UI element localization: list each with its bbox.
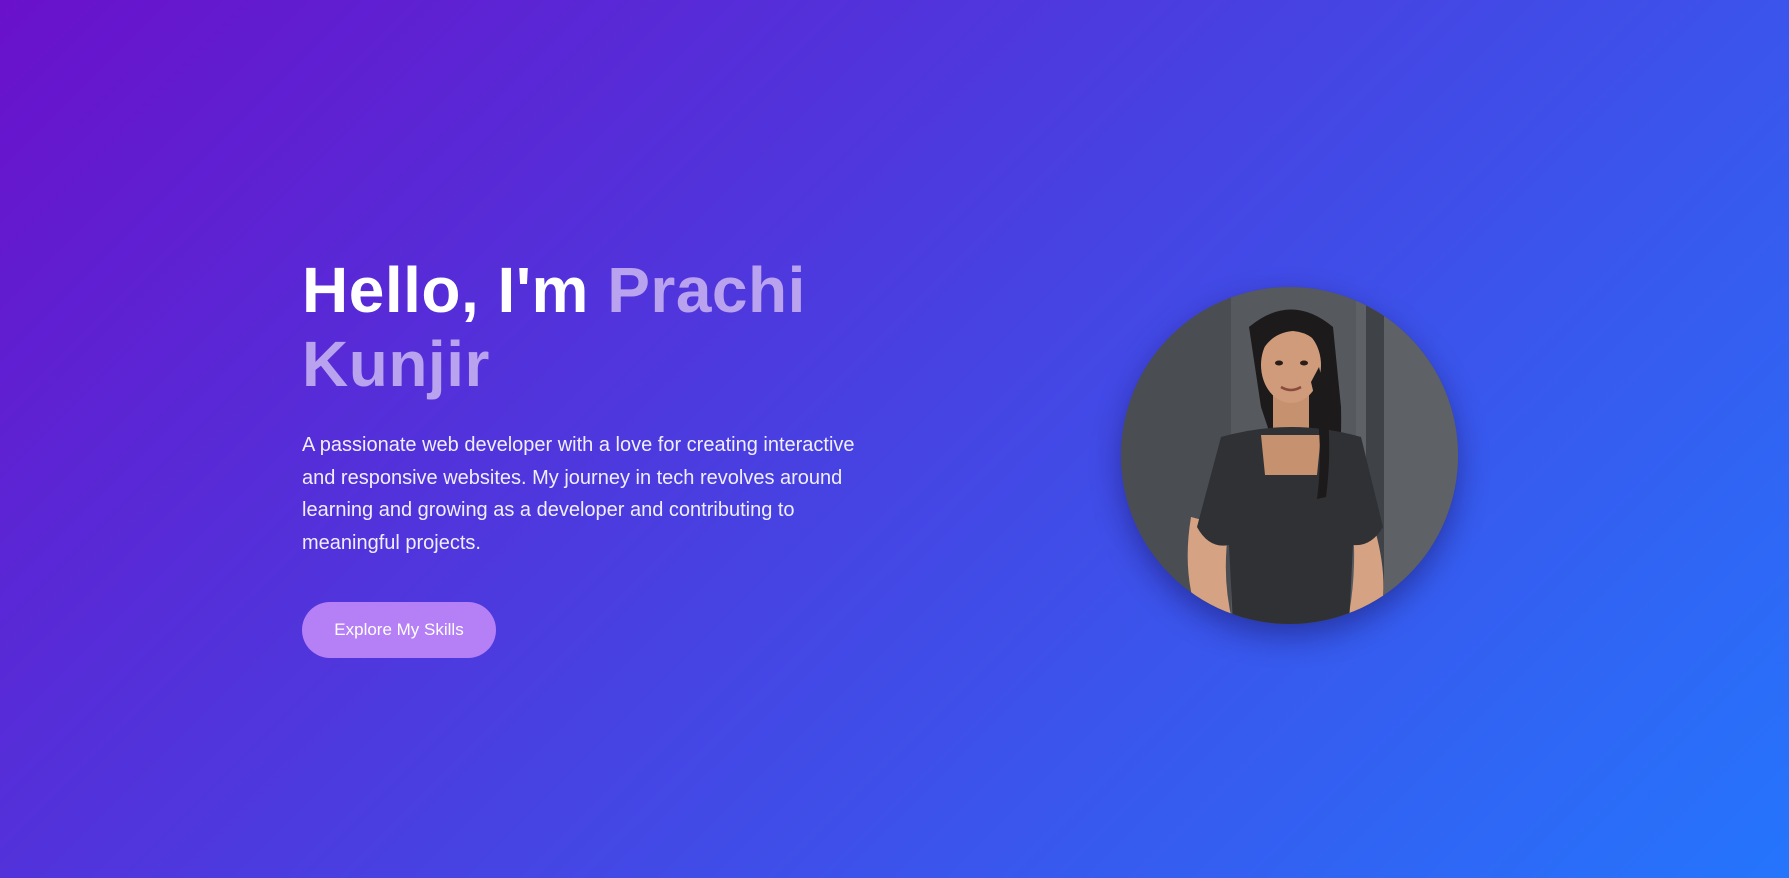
- profile-photo-illustration: [1121, 287, 1458, 624]
- hero-section: Hello, I'm Prachi Kunjir A passionate we…: [0, 0, 1789, 878]
- hero-intro: Hello, I'm Prachi Kunjir A passionate we…: [302, 253, 882, 559]
- profile-photo: [1121, 287, 1458, 624]
- explore-skills-button[interactable]: Explore My Skills: [302, 602, 496, 658]
- hero-greeting: Hello, I'm: [302, 254, 589, 326]
- hero-description: A passionate web developer with a love f…: [302, 434, 855, 554]
- hero-title: Hello, I'm Prachi Kunjir: [302, 253, 882, 401]
